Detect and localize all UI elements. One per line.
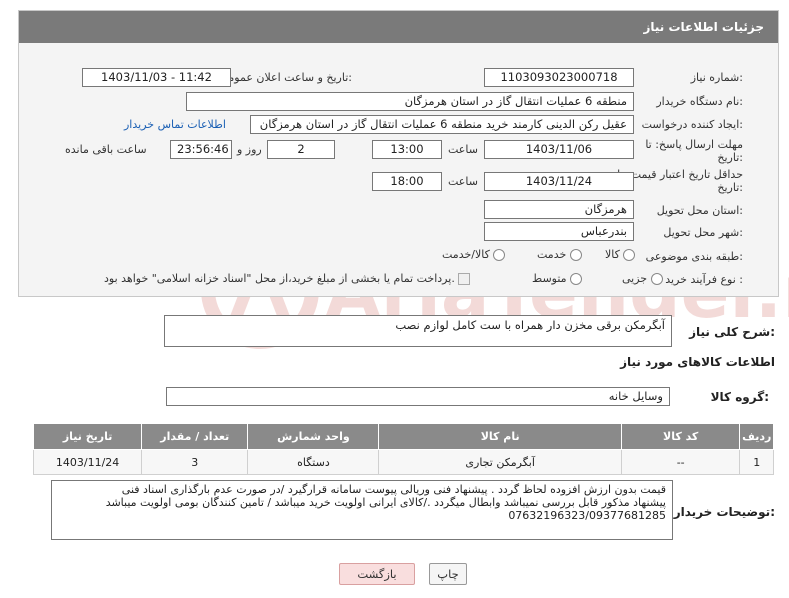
validity-date-label: تاریخ: bbox=[717, 181, 743, 194]
deadline-time-field[interactable]: 13:00 bbox=[372, 140, 442, 159]
cell-need-date: 1403/11/24 bbox=[32, 449, 143, 475]
buyer-notes-line-3: 07632196323/09377681285 bbox=[508, 509, 666, 522]
goods-group-label: گروه کالا: bbox=[710, 390, 769, 404]
process-minor-label: جزیی bbox=[622, 272, 648, 285]
buyer-notes-line-2: پیشنهاد مذکور قابل بررسی نمیباشد وابطال … bbox=[105, 496, 666, 509]
need-number-label: شماره نیاز: bbox=[690, 71, 743, 84]
category-goods-label: کالا bbox=[605, 248, 620, 261]
category-goods-service-label: کالا/خدمت bbox=[442, 248, 490, 261]
col-row-number: ردیف bbox=[739, 423, 774, 450]
process-medium-label: متوسط bbox=[532, 272, 567, 285]
col-unit: واحد شمارش bbox=[247, 423, 380, 450]
category-service-radio[interactable] bbox=[569, 249, 582, 261]
province-field[interactable]: هرمزگان bbox=[484, 200, 634, 219]
validity-label: حداقل تاریخ اعتبار قیمت: تا bbox=[617, 168, 743, 181]
goods-table: ردیف کد کالا نام کالا واحد شمارش تعداد /… bbox=[32, 423, 774, 475]
need-number-field[interactable]: 1103093023000718 bbox=[484, 68, 634, 87]
buyer-notes-line-1: قیمت بدون ارزش افزوده لحاظ گردد . پیشنها… bbox=[121, 483, 666, 496]
goods-group-field[interactable]: وسایل خانه bbox=[166, 387, 670, 406]
cell-goods-code: -- bbox=[620, 449, 741, 475]
cell-goods-name: آبگرمکن تجاری bbox=[378, 449, 622, 475]
deadline-time-label: ساعت bbox=[448, 143, 478, 156]
category-option-goods-service[interactable]: کالا/خدمت bbox=[442, 248, 506, 261]
deadline-label: مهلت ارسال پاسخ: تا bbox=[645, 138, 743, 151]
print-button[interactable]: چاپ bbox=[429, 563, 467, 585]
buyer-org-label: نام دستگاه خریدار: bbox=[656, 95, 743, 108]
category-label: طبقه بندی موضوعی: bbox=[645, 250, 743, 263]
process-medium-radio[interactable] bbox=[570, 273, 583, 285]
requester-field[interactable]: عقیل رکن الدینی کارمند خرید منطقه 6 عملی… bbox=[250, 115, 634, 134]
remaining-time-field[interactable]: 23:56:46 bbox=[170, 140, 232, 159]
days-remaining-field[interactable]: 2 bbox=[267, 140, 335, 159]
category-option-goods[interactable]: کالا bbox=[605, 248, 636, 261]
buyer-notes-field[interactable]: قیمت بدون ارزش افزوده لحاظ گردد . پیشنها… bbox=[51, 480, 673, 540]
payment-treasury-option[interactable]: پرداخت تمام یا بخشی از مبلغ خرید،از محل … bbox=[104, 272, 471, 285]
process-minor-radio[interactable] bbox=[650, 273, 663, 285]
province-label: استان محل تحویل: bbox=[656, 204, 743, 217]
summary-field[interactable]: آبگرمکن برقی مخزن دار همراه با ست کامل ل… bbox=[164, 315, 672, 347]
buyer-org-field[interactable]: منطقه 6 عملیات انتقال گاز در استان هرمزگ… bbox=[186, 92, 634, 111]
deadline-date-label: تاریخ: bbox=[717, 151, 743, 164]
payment-treasury-checkbox[interactable] bbox=[458, 273, 471, 285]
process-type-label: نوع فرآیند خرید : bbox=[665, 273, 743, 286]
category-option-service[interactable]: خدمت bbox=[537, 248, 582, 261]
remaining-time-label: ساعت باقی مانده bbox=[65, 143, 147, 156]
deadline-date-field[interactable]: 1403/11/06 bbox=[484, 140, 634, 159]
category-service-label: خدمت bbox=[537, 248, 567, 261]
col-quantity: تعداد / مقدار bbox=[141, 423, 249, 450]
col-goods-code: کد کالا bbox=[620, 423, 741, 450]
back-button[interactable]: بازگشت bbox=[339, 563, 415, 585]
buyer-contact-link[interactable]: اطلاعات تماس خریدار bbox=[124, 118, 226, 131]
category-goods-radio[interactable] bbox=[623, 249, 636, 261]
goods-table-header: ردیف کد کالا نام کالا واحد شمارش تعداد /… bbox=[32, 423, 774, 450]
days-label: روز و bbox=[237, 143, 262, 156]
validity-date-field[interactable]: 1403/11/24 bbox=[484, 172, 634, 191]
category-goods-service-radio[interactable] bbox=[493, 249, 506, 261]
process-option-minor[interactable]: جزیی bbox=[622, 272, 663, 285]
requester-label: ایجاد کننده درخواست: bbox=[641, 118, 743, 131]
cell-quantity: 3 bbox=[141, 449, 249, 475]
cell-unit: دستگاه bbox=[247, 449, 380, 475]
buyer-notes-label: توضیحات خریدار: bbox=[673, 505, 775, 519]
table-row: 1 -- آبگرمکن تجاری دستگاه 3 1403/11/24 bbox=[32, 449, 774, 475]
validity-time-label: ساعت bbox=[448, 175, 478, 188]
col-goods-name: نام کالا bbox=[378, 423, 622, 450]
city-label: شهر محل تحویل: bbox=[663, 226, 743, 239]
announce-date-field[interactable]: 1403/11/03 - 11:42 bbox=[82, 68, 231, 87]
col-need-date: تاریخ نیاز bbox=[32, 423, 143, 450]
process-option-medium[interactable]: متوسط bbox=[532, 272, 583, 285]
panel-title: جزئیات اطلاعات نیاز bbox=[19, 11, 778, 43]
cell-row-number: 1 bbox=[739, 449, 774, 475]
goods-section-title: اطلاعات کالاهای مورد نیاز bbox=[620, 355, 775, 369]
validity-time-field[interactable]: 18:00 bbox=[372, 172, 442, 191]
city-field[interactable]: بندرعباس bbox=[484, 222, 634, 241]
payment-treasury-note: پرداخت تمام یا بخشی از مبلغ خرید،از محل … bbox=[104, 272, 455, 285]
summary-label: شرح کلی نیاز: bbox=[689, 325, 775, 339]
announce-date-label: تاریخ و ساعت اعلان عمومی: bbox=[219, 71, 352, 84]
